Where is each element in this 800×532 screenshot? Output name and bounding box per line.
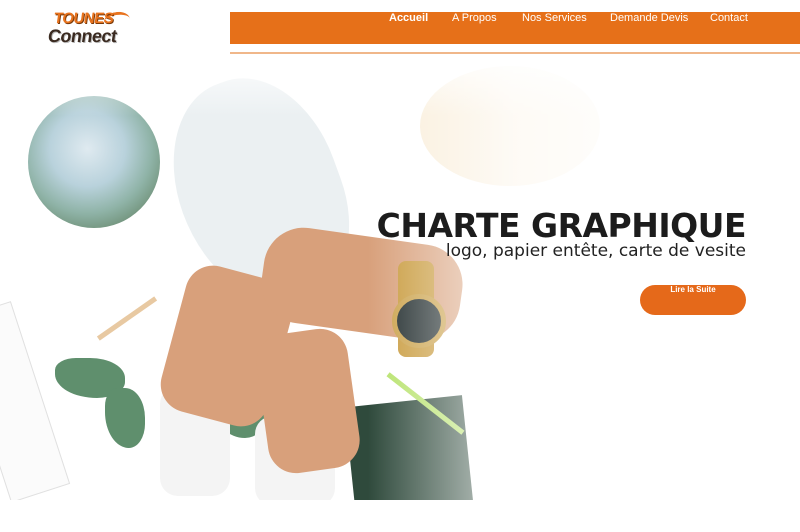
site-logo[interactable]: TOUNES Connect xyxy=(46,10,136,52)
navbar-underline xyxy=(230,52,800,54)
hero-overlay xyxy=(0,56,800,500)
nav-item-contact[interactable]: Contact xyxy=(710,12,748,44)
logo-line1: TOUNES xyxy=(52,10,115,27)
hero-subtitle: logo, papier entête, carte de vesite xyxy=(445,241,746,261)
hero-title: CHARTE GRAPHIQUE xyxy=(376,206,747,246)
logo-line2: Connect xyxy=(46,26,118,46)
main-navbar: Accueil A Propos Nos Services Demande De… xyxy=(230,12,800,54)
nav-item-accueil[interactable]: Accueil xyxy=(389,12,428,44)
nav-item-a-propos[interactable]: A Propos xyxy=(452,12,497,44)
nav-item-nos-services[interactable]: Nos Services xyxy=(522,12,587,44)
nav-item-demande-devis[interactable]: Demande Devis xyxy=(610,12,688,44)
read-more-button[interactable]: Lire la Suite xyxy=(640,285,746,315)
hero-banner: CHARTE GRAPHIQUE logo, papier entête, ca… xyxy=(0,56,800,500)
